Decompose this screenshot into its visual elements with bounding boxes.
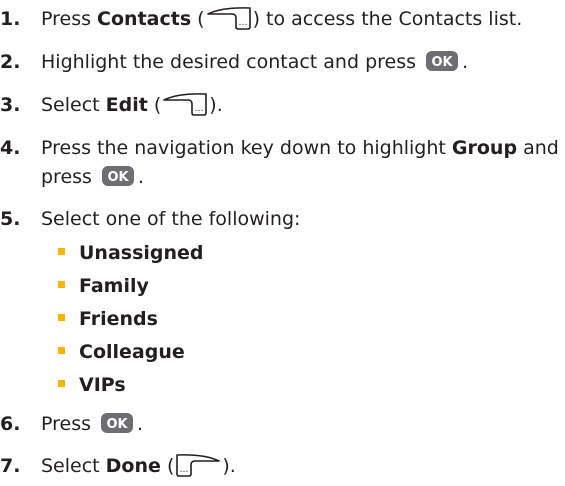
bullet-icon xyxy=(58,281,65,288)
step-number: 4. xyxy=(0,137,21,159)
step-number: 7. xyxy=(0,455,21,477)
step-number: 2. xyxy=(0,51,21,73)
option-unassigned: Unassigned xyxy=(58,240,204,266)
right-softkey-icon xyxy=(206,6,252,30)
left-softkey-icon xyxy=(175,453,221,477)
step-text: Select Done (). xyxy=(41,453,236,479)
step-text: Press OK. xyxy=(41,412,144,435)
step-number: 5. xyxy=(0,208,21,230)
step-text: Highlight the desired contact and press … xyxy=(41,50,469,73)
step-text: Select one of the following: xyxy=(41,208,301,230)
step-number: 3. xyxy=(0,94,21,116)
done-label: Done xyxy=(105,455,161,477)
step-number: 1. xyxy=(0,8,21,30)
bullet-icon xyxy=(58,347,65,354)
option-friends: Friends xyxy=(58,306,158,332)
ok-key-icon: OK xyxy=(101,412,134,433)
bullet-icon xyxy=(58,248,65,255)
option-colleague: Colleague xyxy=(58,339,185,365)
ok-key-icon: OK xyxy=(426,50,459,71)
step-text: Press Contacts () to access the Contacts… xyxy=(41,6,522,32)
option-family: Family xyxy=(58,273,149,299)
contacts-label: Contacts xyxy=(97,8,192,30)
svg-text:OK: OK xyxy=(106,417,128,432)
step-text: Press the navigation key down to highlig… xyxy=(41,137,559,159)
step-text: press OK. xyxy=(41,165,145,188)
step-text: Select Edit (). xyxy=(41,92,223,118)
instructions-document: 1. Press Contacts () to access the Conta… xyxy=(0,0,565,486)
group-label: Group xyxy=(451,137,518,159)
svg-text:OK: OK xyxy=(432,55,454,70)
bullet-icon xyxy=(58,380,65,387)
option-vips: VIPs xyxy=(58,372,126,398)
edit-label: Edit xyxy=(105,94,148,116)
step-number: 6. xyxy=(0,413,21,435)
ok-key-icon: OK xyxy=(101,165,134,186)
bullet-icon xyxy=(58,314,65,321)
right-softkey-icon xyxy=(162,92,208,116)
svg-text:OK: OK xyxy=(107,170,129,185)
